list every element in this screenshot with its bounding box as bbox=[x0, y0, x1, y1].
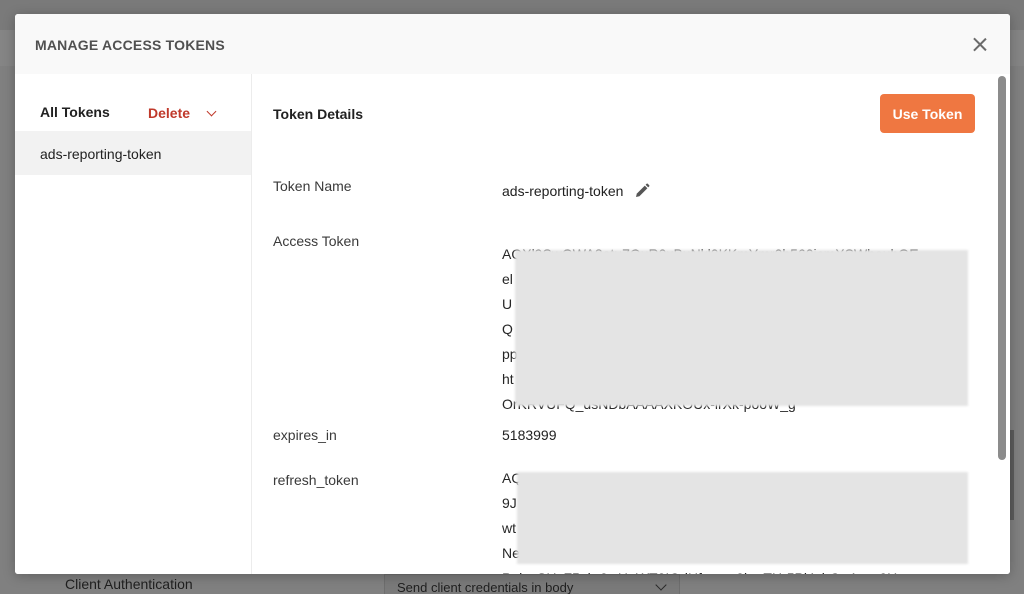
client-authentication-select-value: Send client credentials in body bbox=[397, 580, 574, 594]
delete-label: Delete bbox=[148, 105, 191, 121]
close-icon[interactable] bbox=[970, 34, 990, 54]
access-token-label: Access Token bbox=[273, 233, 360, 249]
refresh-token-line: PuhwSHxF5nlrr0wHaWT0IOdHfvcuu-0bmTH-5Pl4… bbox=[502, 566, 977, 574]
use-token-button[interactable]: Use Token bbox=[880, 94, 975, 133]
all-tokens-heading: All Tokens bbox=[40, 104, 110, 120]
scrollbar-thumb[interactable] bbox=[998, 76, 1006, 460]
refresh-token-redaction bbox=[517, 472, 968, 564]
expires-in-value: 5183999 bbox=[502, 427, 557, 443]
token-list-item[interactable]: ads-reporting-token bbox=[15, 131, 251, 175]
edit-pencil-icon[interactable] bbox=[633, 182, 651, 200]
token-name-value: ads-reporting-token bbox=[502, 183, 624, 199]
expires-in-label: expires_in bbox=[273, 427, 337, 443]
token-name-label: Token Name bbox=[273, 178, 352, 194]
access-token-redaction bbox=[515, 250, 968, 406]
token-sidebar: All Tokens Delete ads-reporting-token bbox=[15, 74, 252, 574]
client-authentication-select: Send client credentials in body bbox=[384, 574, 680, 594]
token-name-value-row: ads-reporting-token bbox=[502, 182, 651, 200]
client-authentication-label: Client Authentication bbox=[65, 576, 193, 592]
background-scrollbar bbox=[1010, 430, 1014, 520]
modal-title: MANAGE ACCESS TOKENS bbox=[35, 37, 225, 53]
delete-dropdown-button[interactable]: Delete bbox=[148, 103, 217, 123]
token-details-panel: Token Details Use Token Token Name ads-r… bbox=[253, 74, 998, 574]
chevron-down-icon bbox=[206, 106, 217, 116]
modal-header: MANAGE ACCESS TOKENS bbox=[15, 14, 1010, 74]
token-details-title: Token Details bbox=[273, 106, 363, 122]
manage-access-tokens-modal: MANAGE ACCESS TOKENS All Tokens Delete a… bbox=[15, 14, 1010, 574]
chevron-down-icon bbox=[655, 579, 667, 591]
refresh-token-label: refresh_token bbox=[273, 472, 359, 488]
